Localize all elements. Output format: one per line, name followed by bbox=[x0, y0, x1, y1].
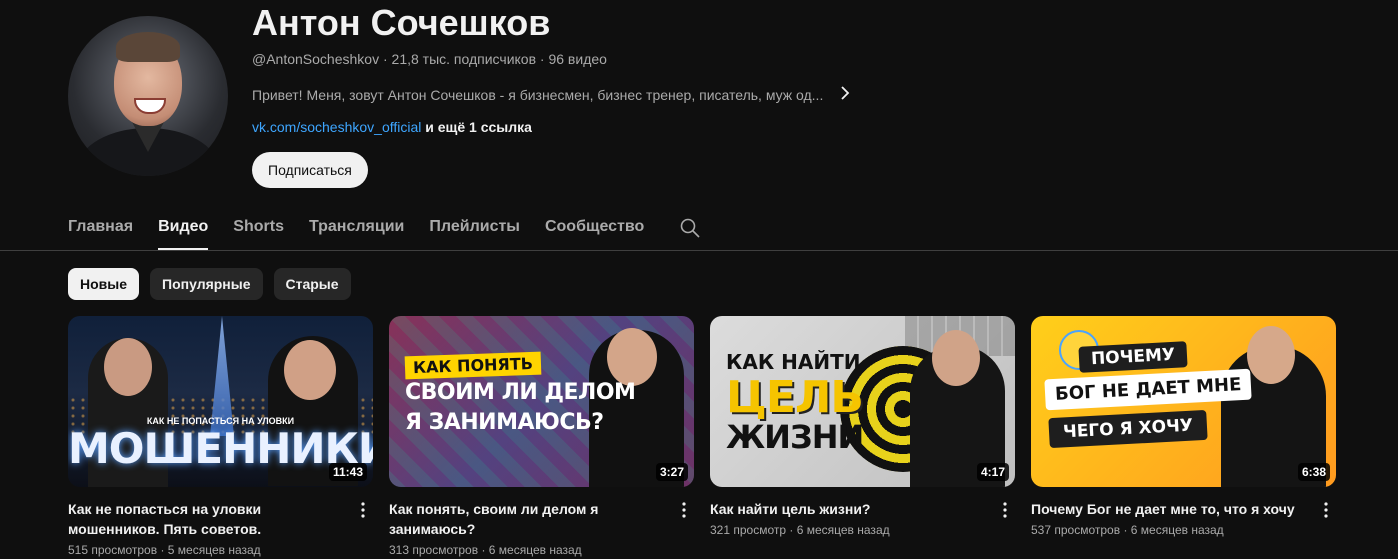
person-head bbox=[932, 330, 980, 386]
video-thumbnail[interactable]: КАК ПОНЯТЬ СВОИМ ЛИ ДЕЛОМ Я ЗАНИМАЮСЬ? 3… bbox=[389, 316, 694, 487]
thumb-line-1: КАК НАЙТИ bbox=[726, 350, 861, 374]
chevron-right-icon[interactable] bbox=[839, 84, 851, 105]
video-card[interactable]: КАК НАЙТИ ЦЕЛЬ ЖИЗНИ 4:17 Как найти цель… bbox=[710, 316, 1015, 557]
video-age: 6 месяцев назад bbox=[796, 523, 890, 537]
meta-separator: · bbox=[160, 543, 165, 557]
thumb-tag: КАК ПОНЯТЬ bbox=[404, 351, 542, 380]
person-right-head bbox=[284, 340, 336, 400]
video-card[interactable]: КАК НЕ ПОПАСТЬСЯ НА УЛОВКИ МОШЕННИКИ 11:… bbox=[68, 316, 373, 557]
video-meta: 313 просмотров · 6 месяцев назад bbox=[389, 543, 694, 557]
more-links[interactable]: и ещё 1 ссылка bbox=[425, 119, 532, 135]
channel-meta: @AntonSocheshkov · 21,8 тыс. подписчиков… bbox=[252, 51, 607, 67]
video-age: 6 месяцев назад bbox=[1130, 523, 1224, 537]
avatar-hair bbox=[116, 32, 180, 62]
more-vert-icon[interactable] bbox=[674, 502, 694, 523]
video-views: 321 просмотр bbox=[710, 523, 787, 537]
thumb-line-2: Я ЗАНИМАЮСЬ? bbox=[405, 410, 604, 435]
channel-description[interactable]: Привет! Меня, зовут Антон Сочешков - я б… bbox=[252, 84, 851, 105]
chip-oldest[interactable]: Старые bbox=[273, 268, 351, 300]
chip-newest[interactable]: Новые bbox=[68, 268, 140, 300]
video-title[interactable]: Как не попасться на уловки мошенников. П… bbox=[68, 499, 348, 539]
meta-separator: · bbox=[789, 523, 794, 537]
video-meta: 537 просмотров · 6 месяцев назад bbox=[1031, 523, 1336, 537]
video-duration: 11:43 bbox=[328, 463, 367, 481]
meta-separator: · bbox=[382, 51, 388, 67]
video-age: 6 месяцев назад bbox=[488, 543, 582, 557]
video-views: 515 просмотров bbox=[68, 543, 158, 557]
tabs-divider bbox=[0, 250, 1398, 251]
video-count: 96 видео bbox=[548, 51, 607, 67]
video-duration: 6:38 bbox=[1297, 463, 1330, 481]
chip-popular[interactable]: Популярные bbox=[150, 268, 263, 300]
more-vert-icon[interactable] bbox=[1316, 502, 1336, 523]
thumb-line-1: СВОИМ ЛИ ДЕЛОМ bbox=[405, 380, 636, 405]
video-age: 5 месяцев назад bbox=[167, 543, 261, 557]
thumb-line-3: ЖИЗНИ bbox=[726, 418, 864, 456]
sort-chips: Новые Популярные Старые bbox=[68, 268, 351, 300]
channel-link[interactable]: vk.com/socheshkov_official bbox=[252, 119, 421, 135]
video-thumbnail[interactable]: КАК НЕ ПОПАСТЬСЯ НА УЛОВКИ МОШЕННИКИ 11:… bbox=[68, 316, 373, 487]
meta-separator: · bbox=[1123, 523, 1128, 537]
channel-tabs: Главная Видео Shorts Трансляции Плейлист… bbox=[68, 208, 701, 250]
channel-header: Антон Сочешков @AntonSocheshkov · 21,8 т… bbox=[68, 0, 1368, 200]
channel-avatar[interactable] bbox=[68, 16, 228, 176]
channel-name: Антон Сочешков bbox=[252, 2, 551, 43]
video-duration: 4:17 bbox=[976, 463, 1009, 481]
video-title[interactable]: Как понять, своим ли делом я занимаюсь? bbox=[389, 499, 669, 539]
person-head bbox=[607, 328, 657, 386]
tab-videos[interactable]: Видео bbox=[158, 208, 209, 250]
tab-home[interactable]: Главная bbox=[68, 208, 133, 248]
video-grid: КАК НЕ ПОПАСТЬСЯ НА УЛОВКИ МОШЕННИКИ 11:… bbox=[68, 316, 1336, 557]
thumb-line-1: ПОЧЕМУ bbox=[1078, 341, 1188, 373]
channel-links: vk.com/socheshkov_official и ещё 1 ссылк… bbox=[252, 119, 532, 135]
tab-playlists[interactable]: Плейлисты bbox=[429, 208, 520, 248]
search-icon[interactable] bbox=[679, 208, 701, 239]
person-left-head bbox=[104, 338, 152, 396]
video-thumbnail[interactable]: КАК НАЙТИ ЦЕЛЬ ЖИЗНИ 4:17 bbox=[710, 316, 1015, 487]
more-vert-icon[interactable] bbox=[995, 502, 1015, 523]
video-card[interactable]: ПОЧЕМУ БОГ НЕ ДАЕТ МНЕ ЧЕГО Я ХОЧУ 6:38 … bbox=[1031, 316, 1336, 557]
tab-shorts[interactable]: Shorts bbox=[233, 208, 284, 248]
thumb-line-3: ЧЕГО Я ХОЧУ bbox=[1048, 409, 1208, 449]
more-vert-icon[interactable] bbox=[353, 502, 373, 523]
person-head bbox=[1247, 326, 1295, 384]
video-card[interactable]: КАК ПОНЯТЬ СВОИМ ЛИ ДЕЛОМ Я ЗАНИМАЮСЬ? 3… bbox=[389, 316, 694, 557]
video-thumbnail[interactable]: ПОЧЕМУ БОГ НЕ ДАЕТ МНЕ ЧЕГО Я ХОЧУ 6:38 bbox=[1031, 316, 1336, 487]
meta-separator: · bbox=[481, 543, 486, 557]
video-title[interactable]: Как найти цель жизни? bbox=[710, 499, 990, 519]
video-meta: 515 просмотров · 5 месяцев назад bbox=[68, 543, 373, 557]
thumb-line-2: ЦЕЛЬ bbox=[726, 372, 864, 423]
tab-live[interactable]: Трансляции bbox=[309, 208, 404, 248]
description-text: Привет! Меня, зовут Антон Сочешков - я б… bbox=[252, 86, 824, 103]
video-duration: 3:27 bbox=[655, 463, 688, 481]
video-title[interactable]: Почему Бог не дает мне то, что я хочу bbox=[1031, 499, 1311, 519]
meta-separator: · bbox=[539, 51, 545, 67]
video-views: 313 просмотров bbox=[389, 543, 479, 557]
subscribe-button[interactable]: Подписаться bbox=[252, 152, 368, 188]
subscriber-count: 21,8 тыс. подписчиков bbox=[391, 51, 537, 67]
video-views: 537 просмотров bbox=[1031, 523, 1121, 537]
video-meta: 321 просмотр · 6 месяцев назад bbox=[710, 523, 1015, 537]
thumb-caption-big: МОШЕННИКИ bbox=[68, 424, 373, 473]
channel-handle: @AntonSocheshkov bbox=[252, 51, 380, 67]
tab-community[interactable]: Сообщество bbox=[545, 208, 644, 248]
